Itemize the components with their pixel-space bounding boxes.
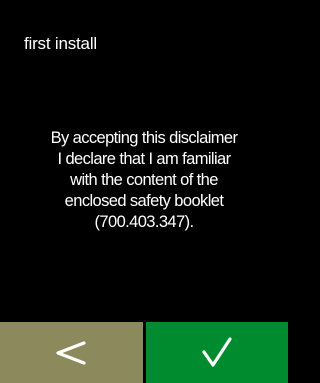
checkmark-icon (202, 336, 232, 367)
back-button[interactable] (0, 322, 143, 383)
disclaimer-text: By accepting this disclaimer I declare t… (0, 128, 288, 233)
disclaimer-line: with the content of the (70, 171, 218, 189)
disclaimer-line: enclosed safety booklet (64, 192, 224, 210)
page-title: first install (24, 34, 97, 53)
disclaimer-line: I declare that I am familiar (57, 150, 231, 168)
confirm-button[interactable] (145, 322, 288, 383)
disclaimer-line: By accepting this disclaimer (50, 129, 238, 147)
disclaimer-line: (700.403.347). (94, 213, 195, 231)
chevron-left-icon (56, 340, 86, 365)
button-bar (0, 322, 288, 383)
first-install-screen: first install By accepting this disclaim… (0, 0, 288, 383)
